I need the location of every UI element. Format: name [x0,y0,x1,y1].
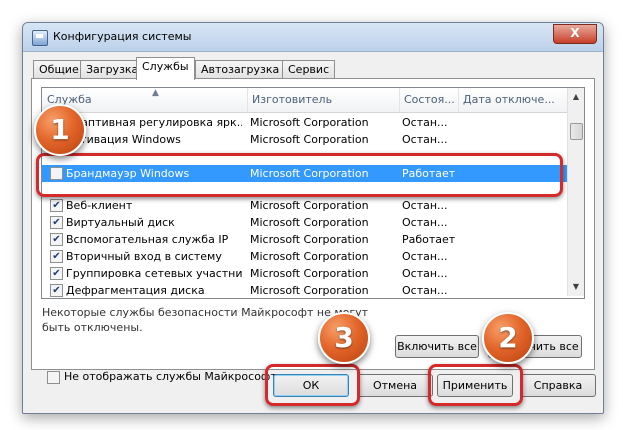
service-status: Остан... [402,216,448,229]
service-name: Активация Windows [66,133,181,146]
service-manufacturer: Microsoft Corporation [250,267,369,280]
service-status: Остан... [402,250,448,263]
service-status: Остан... [402,133,448,146]
service-checkbox[interactable]: ✔ [50,284,63,297]
tab-general[interactable]: Общие [33,60,85,79]
msconfig-icon [32,30,48,46]
tab-services[interactable]: Службы [136,57,195,80]
service-row[interactable]: ✔ Вспомогательная служба IP Microsoft Co… [42,231,567,248]
service-checkbox[interactable] [50,167,63,180]
close-button[interactable]: X [553,24,597,44]
service-manufacturer: Microsoft Corporation [250,250,369,263]
service-manufacturer: Microsoft Corporation [250,233,369,246]
hide-microsoft-services-box[interactable] [47,371,60,384]
service-name: Веб-клиент [66,199,133,212]
step-badge-3: 3 [318,312,370,364]
tab-boot[interactable]: Загрузка [80,60,145,79]
service-row[interactable]: ✔ Дефрагментация диска Microsoft Corpora… [42,282,567,298]
service-row-partial [42,148,567,165]
service-manufacturer: Microsoft Corporation [250,216,369,229]
apply-button[interactable]: Применить [437,374,513,397]
service-row[interactable]: ✔ Вторичный вход в систему Microsoft Cor… [42,248,567,265]
step-badge-1: 1 [34,104,86,156]
column-disabled-date[interactable]: Дата отключе... [458,88,572,112]
scroll-up-icon[interactable]: ▲ [569,90,583,104]
service-checkbox[interactable]: ✔ [50,267,63,280]
service-status: Остан... [402,116,448,129]
service-status: Остан... [402,284,448,297]
window-title: Конфигурация системы [53,30,192,43]
service-name: Виртуальный диск [66,216,175,229]
service-checkbox[interactable]: ✔ [50,216,63,229]
service-name: Группировка сетевых участни... [66,267,242,280]
service-status: Остан... [402,199,448,212]
service-status: Работает [402,167,456,180]
cancel-button[interactable]: Отмена [357,374,433,397]
service-status: Остан... [402,267,448,280]
service-name: Вспомогательная служба IP [66,233,229,246]
column-status[interactable]: Состоя... [399,88,459,112]
service-name: Вторичный вход в систему [66,250,222,263]
service-checkbox[interactable]: ✔ [50,233,63,246]
hide-microsoft-services-label: Не отображать службы Майкрософт [64,370,277,383]
service-checkbox[interactable]: ✔ [50,250,63,263]
scroll-thumb[interactable] [570,123,583,140]
service-manufacturer: Microsoft Corporation [250,133,369,146]
service-status: Работает [402,233,456,246]
service-row[interactable]: ✔ Адаптивная регулировка ярк... Microsof… [42,114,567,131]
service-checkbox[interactable]: ✔ [50,199,63,212]
service-row[interactable]: ✔ Веб-клиент Microsoft Corporation Остан… [42,197,567,214]
column-manufacturer[interactable]: Изготовитель [247,88,400,112]
service-manufacturer: Microsoft Corporation [250,167,369,180]
service-manufacturer: Microsoft Corporation [250,116,369,129]
service-row-selected[interactable]: Брандмауэр Windows Microsoft Corporation… [42,165,567,182]
ok-button[interactable]: ОК [273,374,349,397]
list-header: Служба ▲ Изготовитель Состоя... Дата отк… [42,88,567,113]
service-name: Дефрагментация диска [66,284,205,297]
step-badge-2: 2 [482,312,534,364]
service-name: Брандмауэр Windows [66,167,190,180]
service-row[interactable]: ✔ Активация Windows Microsoft Corporatio… [42,131,567,148]
tab-tools[interactable]: Сервис [282,60,336,79]
sort-ascending-icon: ▲ [152,88,159,98]
help-button[interactable]: Справка [520,374,596,397]
services-list[interactable]: Служба ▲ Изготовитель Состоя... Дата отк… [41,87,585,299]
vertical-scrollbar[interactable]: ▲ ▼ [567,88,584,296]
enable-all-button[interactable]: Включить все [395,335,479,358]
service-manufacturer: Microsoft Corporation [250,284,369,297]
title-bar[interactable]: Конфигурация системы X [23,23,603,52]
service-row[interactable]: ✔ Виртуальный диск Microsoft Corporation… [42,214,567,231]
service-name: Адаптивная регулировка ярк... [66,116,242,129]
service-row[interactable]: ✔ Группировка сетевых участни... Microso… [42,265,567,282]
tab-startup[interactable]: Автозагрузка [195,60,286,79]
scroll-down-icon[interactable]: ▼ [569,280,583,294]
service-manufacturer: Microsoft Corporation [250,199,369,212]
